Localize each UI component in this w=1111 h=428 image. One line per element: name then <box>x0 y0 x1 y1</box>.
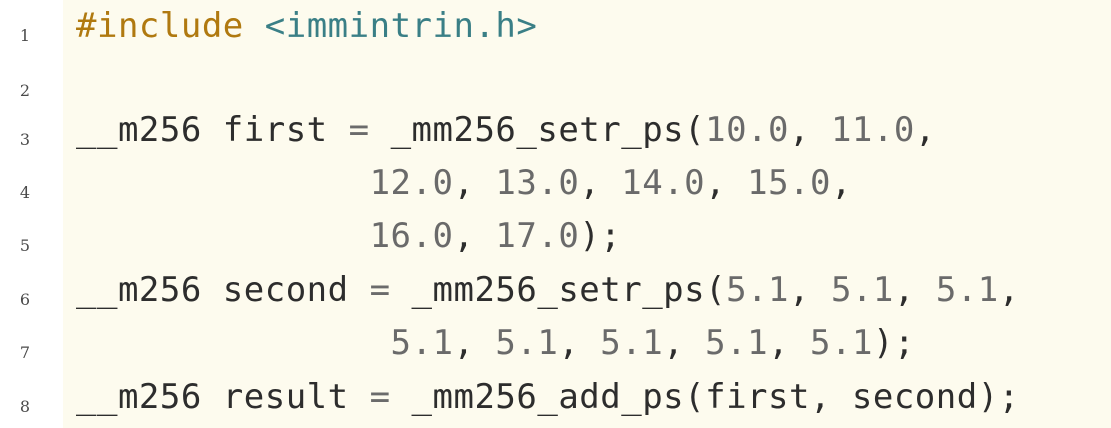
code-token: , <box>914 110 936 150</box>
code-text: 16.0, 17.0); <box>76 216 621 256</box>
code-token: __m256 first <box>76 110 349 150</box>
line-number: 2 <box>19 81 30 100</box>
code-token: #include <box>76 6 244 46</box>
code-token: 5.1 <box>495 323 559 363</box>
code-token: __m256 second <box>76 270 370 310</box>
code-token: , <box>453 163 496 203</box>
code-text: 5.1, 5.1, 5.1, 5.1, 5.1); <box>76 323 915 363</box>
code-text: __m256 result = _mm256_add_ps(first, sec… <box>76 377 1020 417</box>
code-token: , <box>789 110 831 150</box>
code-token: 5.1 <box>726 270 789 310</box>
code-token: 5.1 <box>390 323 454 363</box>
code-token: , <box>663 323 706 363</box>
code-line: 1 #include <immintrin.h> <box>0 6 1111 59</box>
code-line: 5 16.0, 17.0); <box>0 216 1111 269</box>
code-token: 5.1 <box>810 323 873 363</box>
code-token: 12.0 <box>369 163 454 203</box>
code-token: = <box>369 377 391 417</box>
line-number: 7 <box>19 343 30 362</box>
code-token: , <box>789 270 831 310</box>
code-token: = <box>369 270 391 310</box>
code-line: 4 12.0, 13.0, 14.0, 15.0, <box>0 163 1111 216</box>
code-token: , <box>453 216 496 256</box>
line-number: 1 <box>19 26 30 45</box>
code-token: , <box>893 270 936 310</box>
code-line: 8 __m256 result = _mm256_add_ps(first, se… <box>0 377 1111 428</box>
code-line: 3 __m256 first = _mm256_setr_ps(10.0, 11.… <box>0 110 1111 163</box>
code-token: , <box>579 163 622 203</box>
line-number: 6 <box>19 290 30 309</box>
code-token: 16.0 <box>369 216 454 256</box>
code-token: , <box>768 323 811 363</box>
code-token: _mm256_add_ps(first, second); <box>390 377 1020 417</box>
code-text: __m256 second = _mm256_setr_ps(5.1, 5.1,… <box>76 270 1020 310</box>
code-line: 6 __m256 second = _mm256_setr_ps(5.1, 5.1… <box>0 270 1111 323</box>
code-token: ); <box>872 323 915 363</box>
code-token: 15.0 <box>747 163 831 203</box>
code-token: 10.0 <box>705 110 789 150</box>
code-token: _mm256_setr_ps( <box>369 110 706 150</box>
code-token: , <box>453 323 496 363</box>
line-number: 8 <box>19 397 30 416</box>
code-token: , <box>831 163 852 203</box>
code-token: _mm256_setr_ps( <box>390 270 727 310</box>
code-line: 2 <box>0 61 1111 114</box>
line-number: 3 <box>19 130 30 149</box>
code-token: 17.0 <box>495 216 580 256</box>
code-text: __m256 first = _mm256_setr_ps(10.0, 11.0… <box>76 110 936 150</box>
code-line: 7 5.1, 5.1, 5.1, 5.1, 5.1); <box>0 323 1111 376</box>
code-token: 13.0 <box>495 163 580 203</box>
line-number: 4 <box>19 183 30 202</box>
code-token: __m256 result <box>76 377 370 417</box>
code-token: 5.1 <box>935 270 999 310</box>
code-token: <immintrin.h> <box>264 6 538 46</box>
code-token: , <box>705 163 748 203</box>
code-token: = <box>348 110 370 150</box>
code-token: 5.1 <box>705 323 769 363</box>
line-number: 5 <box>19 236 30 255</box>
code-token: 5.1 <box>600 323 664 363</box>
code-text: #include <immintrin.h> <box>76 6 537 46</box>
code-token: 14.0 <box>621 163 706 203</box>
code-token: ); <box>579 216 622 256</box>
code-text: 12.0, 13.0, 14.0, 15.0, <box>76 163 852 203</box>
code-token: 5.1 <box>830 270 894 310</box>
code-listing: 1 #include <immintrin.h> 2 3 __m256 first = … <box>0 0 1111 428</box>
code-token: 11.0 <box>830 110 915 150</box>
code-token: , <box>558 323 601 363</box>
code-token: , <box>998 270 1020 310</box>
